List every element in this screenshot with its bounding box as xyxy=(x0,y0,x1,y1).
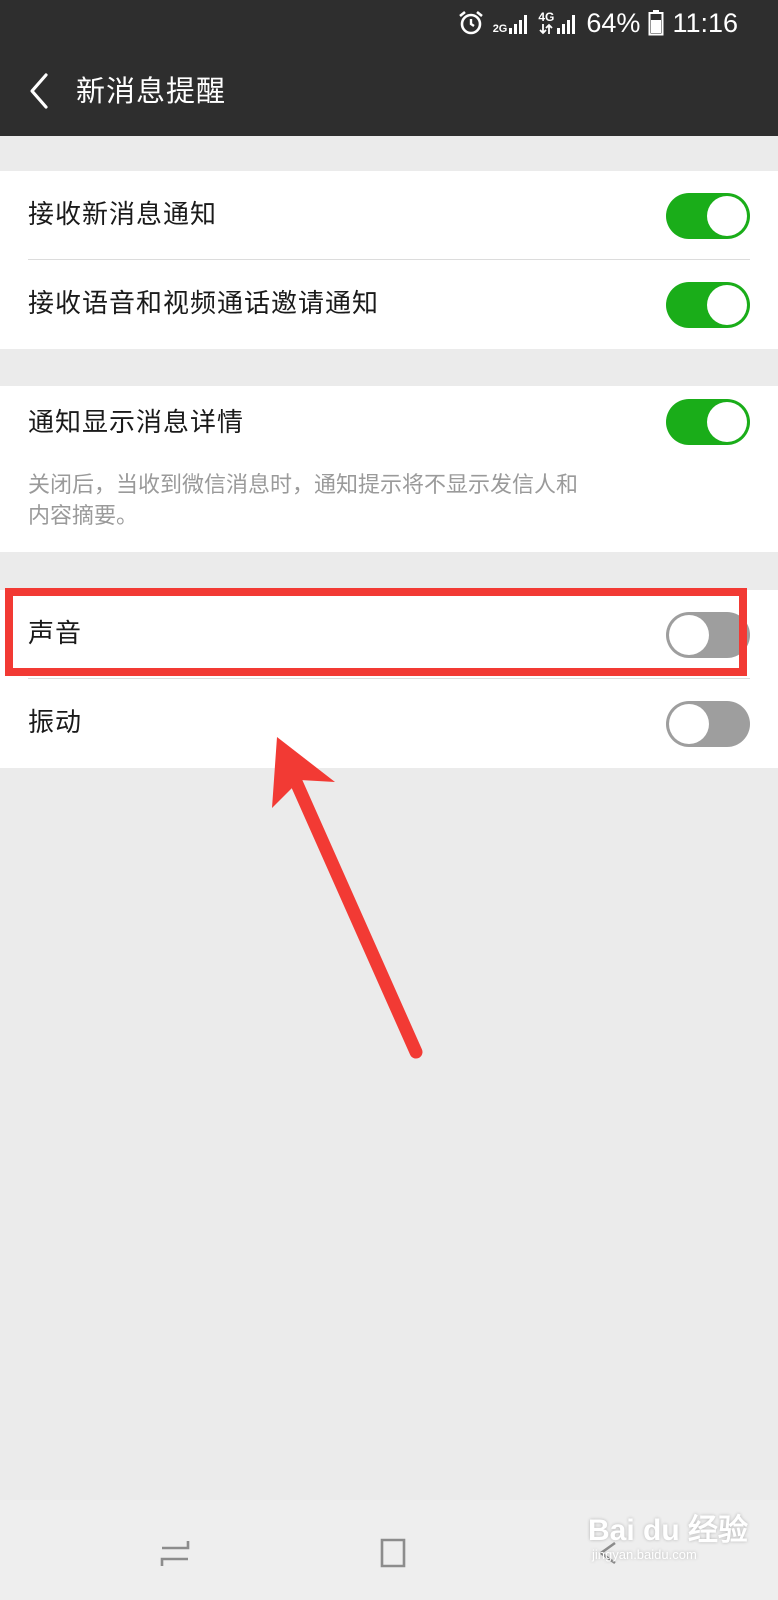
watermark-brand: Bai du 经验 xyxy=(588,1514,749,1547)
home-icon xyxy=(380,1538,406,1568)
alarm-icon xyxy=(457,9,485,37)
setting-description: 关闭后，当收到微信消息时，通知提示将不显示发信人和内容摘要。 xyxy=(28,473,579,529)
recent-apps-button[interactable] xyxy=(150,1528,200,1578)
setting-row-show-details[interactable]: 通知显示消息详情 关闭后，当收到微信消息时，通知提示将不显示发信人和内容摘要。 xyxy=(0,386,778,552)
setting-row-vibrate[interactable]: 振动 xyxy=(0,679,778,768)
toggle-knob xyxy=(707,402,747,442)
back-button[interactable] xyxy=(14,66,64,116)
setting-row-call-invites[interactable]: 接收语音和视频通话邀请通知 xyxy=(0,260,778,349)
toggle-knob xyxy=(707,285,747,325)
setting-row-receive-messages[interactable]: 接收新消息通知 xyxy=(0,171,778,260)
setting-row-sound[interactable]: 声音 xyxy=(0,590,778,679)
setting-label: 振动 xyxy=(28,708,83,738)
status-bar: 2G 4G 64% 11:16 xyxy=(0,0,778,46)
network-2g-label: 2G xyxy=(492,23,508,35)
signal-4g-icon: 4G xyxy=(538,11,578,35)
chevron-left-icon xyxy=(30,73,48,109)
receive-messages-toggle[interactable] xyxy=(666,193,750,239)
setting-label: 接收新消息通知 xyxy=(28,200,218,230)
settings-group-alerts: 声音 振动 xyxy=(0,590,778,768)
battery-icon xyxy=(648,10,664,36)
network-4g-label: 4G xyxy=(538,10,555,24)
setting-label: 通知显示消息详情 xyxy=(28,408,245,438)
toggle-knob xyxy=(669,704,709,744)
navigation-bar: 新消息提醒 xyxy=(0,46,778,136)
status-time: 11:16 xyxy=(672,7,738,38)
setting-label: 接收语音和视频通话邀请通知 xyxy=(28,289,380,319)
vibrate-toggle[interactable] xyxy=(666,701,750,747)
settings-group-details: 通知显示消息详情 关闭后，当收到微信消息时，通知提示将不显示发信人和内容摘要。 xyxy=(0,386,778,552)
watermark-url: jingyan.baidu.com xyxy=(592,1547,697,1562)
call-invites-toggle[interactable] xyxy=(666,282,750,328)
sound-toggle[interactable] xyxy=(666,612,750,658)
toggle-knob xyxy=(707,196,747,236)
watermark: Bai du 经验 jingyan.baidu.com xyxy=(588,1505,748,1575)
recent-apps-icon xyxy=(160,1541,190,1566)
setting-label: 声音 xyxy=(28,619,83,649)
page-title: 新消息提醒 xyxy=(76,74,227,108)
signal-2g-icon: 2G xyxy=(493,11,531,35)
home-button[interactable] xyxy=(367,1528,417,1578)
show-details-toggle[interactable] xyxy=(666,399,750,445)
toggle-knob xyxy=(669,615,709,655)
settings-group-notifications: 接收新消息通知 接收语音和视频通话邀请通知 xyxy=(0,171,778,349)
battery-percent: 64% xyxy=(586,7,641,38)
